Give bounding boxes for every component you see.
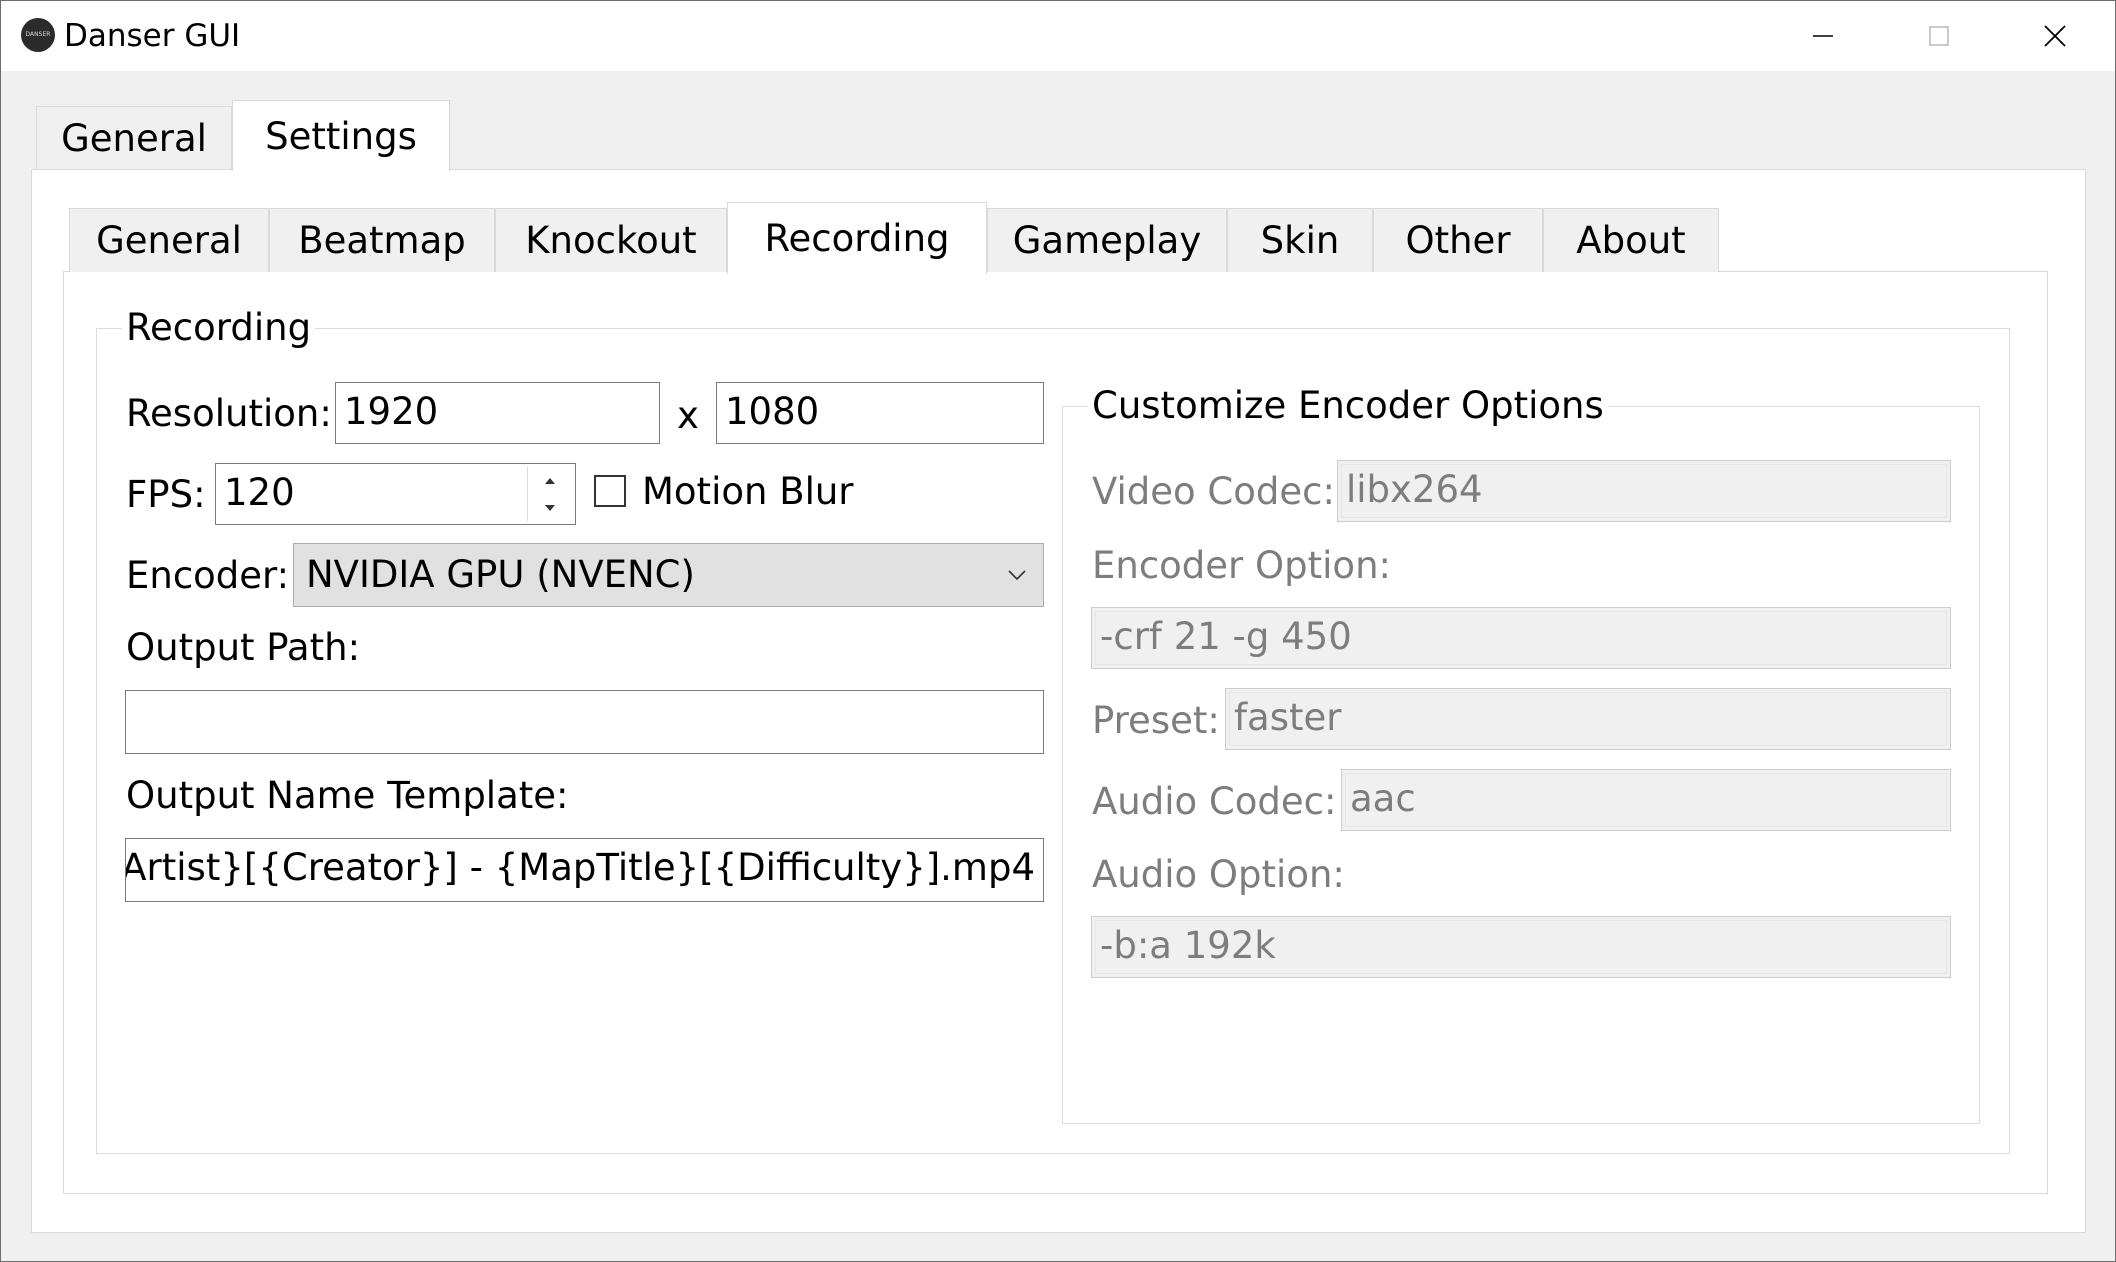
subtab-about[interactable]: About [1543,208,1719,272]
encoder-select-value: NVIDIA GPU (NVENC) [306,553,695,596]
resolution-width-input[interactable]: 1920 [335,382,660,444]
video-codec-label: Video Codec: [1092,470,1335,513]
app-window: DANSER Danser GUI General Settings Gener… [0,0,2116,1262]
subtab-general-label: General [96,219,242,262]
caret-down-icon [545,504,555,511]
fps-decrement-button[interactable] [528,494,572,521]
recording-group-title: Recording [122,304,316,352]
encoder-options-group-title: Customize Encoder Options [1088,382,1608,430]
tab-settings-label: Settings [265,114,417,158]
output-name-template-label: Output Name Template: [126,774,569,817]
output-path-label: Output Path: [126,626,361,669]
resolution-height-input[interactable]: 1080 [716,382,1044,444]
subtab-knockout[interactable]: Knockout [495,208,727,272]
audio-codec-label: Audio Codec: [1092,780,1337,823]
fps-value: 120 [224,471,295,514]
encoder-label: Encoder: [126,554,290,597]
subtab-gameplay[interactable]: Gameplay [987,208,1227,272]
caret-up-icon [545,477,555,484]
resolution-x-separator: x [677,394,699,437]
close-button[interactable] [1997,1,2113,71]
preset-input[interactable]: faster [1225,688,1951,750]
subtab-beatmap[interactable]: Beatmap [269,208,495,272]
subtab-other[interactable]: Other [1373,208,1543,272]
app-logo-icon: DANSER [21,18,55,52]
subtab-knockout-label: Knockout [525,219,697,262]
chevron-down-icon [1007,544,1027,606]
minimize-button[interactable] [1765,1,1881,71]
audio-codec-input[interactable]: aac [1341,769,1951,831]
subtab-skin[interactable]: Skin [1227,208,1373,272]
encoder-option-input[interactable]: -crf 21 -g 450 [1091,607,1951,669]
subtab-other-label: Other [1405,219,1511,262]
fps-spin-buttons [527,467,572,521]
subtab-recording-label: Recording [764,217,950,260]
maximize-icon [1929,26,1949,46]
window-title: Danser GUI [64,18,241,54]
motion-blur-label[interactable]: Motion Blur [642,468,854,516]
close-icon [2044,25,2066,47]
tab-settings[interactable]: Settings [232,100,450,171]
fps-label: FPS: [126,473,206,516]
resolution-label: Resolution: [126,392,332,435]
tab-general[interactable]: General [36,106,232,170]
title-bar[interactable]: DANSER Danser GUI [1,1,2115,71]
subtab-general[interactable]: General [69,208,269,272]
output-name-template-input[interactable]: ayer} - {Artist}[{Creator}] - {MapTitle}… [125,838,1044,902]
preset-label: Preset: [1092,699,1220,742]
encoder-option-label: Encoder Option: [1092,544,1391,587]
subtab-about-label: About [1576,219,1686,262]
audio-option-input[interactable]: -b:a 192k [1091,916,1951,978]
output-name-template-value: ayer} - {Artist}[{Creator}] - {MapTitle}… [125,846,1035,889]
fps-increment-button[interactable] [528,467,572,494]
encoder-select[interactable]: NVIDIA GPU (NVENC) [293,543,1044,607]
minimize-icon [1813,35,1833,37]
maximize-button[interactable] [1881,1,1997,71]
subtab-beatmap-label: Beatmap [298,219,466,262]
video-codec-input[interactable]: libx264 [1337,460,1951,522]
fps-spinner[interactable]: 120 [215,463,576,525]
subtab-recording[interactable]: Recording [727,202,987,274]
output-path-input[interactable] [125,690,1044,754]
subtab-skin-label: Skin [1260,219,1340,262]
subtab-gameplay-label: Gameplay [1012,219,1202,262]
audio-option-label: Audio Option: [1092,853,1345,896]
motion-blur-checkbox[interactable] [594,475,626,507]
tab-general-label: General [61,117,207,160]
